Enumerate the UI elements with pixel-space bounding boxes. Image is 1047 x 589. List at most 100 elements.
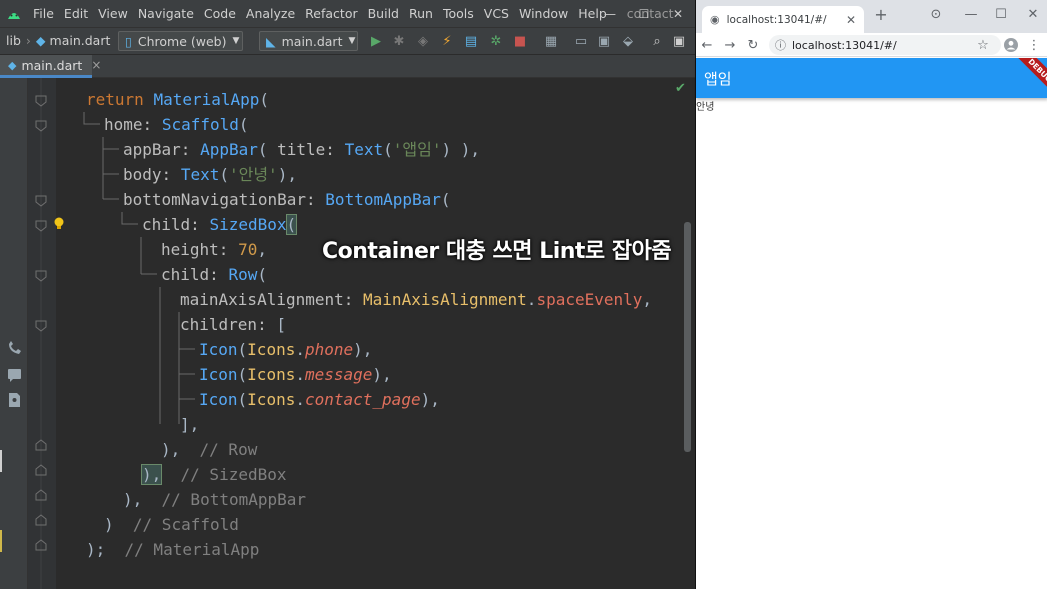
ide-window: File Edit View Navigate Code Analyze Ref… (0, 0, 695, 589)
tab-search-icon[interactable]: ⊙ (921, 0, 951, 28)
stop-icon[interactable]: ■ (512, 33, 528, 49)
menu-window[interactable]: Window (514, 6, 573, 21)
profile-avatar-icon[interactable] (1001, 36, 1021, 54)
editor-scrollbar[interactable] (684, 222, 691, 452)
terminal-icon[interactable]: ▭ (573, 33, 589, 49)
menu-tools[interactable]: Tools (438, 6, 479, 21)
code-line: Icon(Icons.phone), (199, 340, 373, 359)
coverage-icon[interactable]: ◈ (415, 33, 431, 49)
menu-edit[interactable]: Edit (59, 6, 93, 21)
account-icon[interactable]: ▣ (671, 33, 687, 49)
dart-file-icon: ◆ (8, 58, 17, 72)
tab-close-icon[interactable]: ✕ (846, 13, 856, 27)
app-body-text: 안녕 (696, 102, 715, 113)
flutter-icon: ◣ (266, 33, 276, 49)
menu-analyze[interactable]: Analyze (241, 6, 300, 21)
code-line: home: Scaffold( (104, 115, 249, 134)
sdk-manager-icon[interactable]: ⬙ (620, 33, 636, 49)
ide-close-button[interactable]: ✕ (662, 0, 694, 27)
menu-run[interactable]: Run (404, 6, 438, 21)
browser-tab[interactable]: ◉ localhost:13041/#/ ✕ (702, 6, 864, 33)
breadcrumb-separator-icon: › (25, 33, 31, 48)
editor-gutter (28, 78, 56, 589)
device-phone-icon: ▯ (125, 33, 132, 49)
device-manager-icon[interactable]: ▣ (596, 33, 612, 49)
code-line: bottomNavigationBar: BottomAppBar( (123, 190, 451, 209)
new-tab-button[interactable]: + (866, 0, 896, 28)
code-line: body: Text('안녕'), (123, 165, 297, 184)
code-line: height: 70, (161, 240, 267, 259)
menu-bar: File Edit View Navigate Code Analyze Ref… (0, 0, 695, 27)
menu-navigate[interactable]: Navigate (133, 6, 199, 21)
hot-reload-icon[interactable]: ⚡ (439, 33, 455, 49)
browser-minimize-button[interactable]: — (956, 0, 986, 28)
project-structure-icon[interactable]: ▦ (543, 33, 559, 49)
ide-maximize-button[interactable]: ☐ (628, 0, 660, 27)
tab-close-icon[interactable]: × (91, 58, 101, 72)
side-marker (0, 450, 2, 472)
code-line: ), // BottomAppBar (123, 490, 307, 509)
info-icon[interactable]: ⓘ (775, 37, 786, 53)
app-bar-title: 앱임 (704, 70, 732, 88)
code-line: ), // SizedBox (140, 464, 287, 485)
device-selector[interactable]: ▯ Chrome (web) ▼ (118, 31, 243, 51)
tab-label: main.dart (21, 57, 83, 73)
code-line: child: Row( (161, 265, 267, 284)
forward-arrow-icon[interactable]: → (720, 36, 740, 54)
browser-toolbar: ← → ↻ ⓘ localhost:13041/#/ ☆ ⋮ (696, 33, 1047, 57)
breadcrumb-file[interactable]: main.dart (50, 33, 111, 48)
address-url: localhost:13041/#/ (792, 38, 897, 52)
message-icon[interactable] (8, 369, 21, 382)
video-caption: Container 대충 쓰면 Lint로 잡아줌 (322, 239, 672, 264)
device-selector-label: Chrome (web) (137, 33, 227, 49)
toolbar: lib › ◆ main.dart ▯ Chrome (web) ▼ ◣ mai… (0, 27, 695, 54)
editor-tab-bar: ◆ main.dart × (0, 55, 695, 78)
menu-vcs[interactable]: VCS (479, 6, 514, 21)
back-arrow-icon[interactable]: ← (697, 36, 717, 54)
bookmark-star-icon[interactable]: ☆ (973, 36, 993, 54)
code-line: ); // MaterialApp (86, 540, 260, 559)
intention-bulb-icon[interactable] (53, 216, 65, 230)
menu-file[interactable]: File (28, 6, 59, 21)
attach-debugger-icon[interactable]: ✲ (488, 33, 504, 49)
menu-code[interactable]: Code (199, 6, 241, 21)
breadcrumb-folder[interactable]: lib (6, 33, 21, 48)
browser-close-button[interactable]: ✕ (1018, 0, 1047, 28)
side-marker (0, 530, 2, 552)
address-bar[interactable]: ⓘ localhost:13041/#/ (769, 35, 1001, 55)
code-line: ) // Scaffold (104, 515, 239, 534)
code-line: mainAxisAlignment: MainAxisAlignment.spa… (180, 290, 653, 309)
browser-maximize-button[interactable]: ☐ (986, 0, 1016, 28)
debug-icon[interactable]: ✱ (391, 33, 407, 49)
left-tool-strip (0, 78, 28, 589)
globe-icon: ◉ (710, 13, 720, 26)
ide-minimize-button[interactable]: — (594, 0, 626, 27)
breadcrumb: lib › ◆ main.dart (2, 33, 114, 48)
hot-restart-icon[interactable]: ▤ (463, 33, 479, 49)
code-line: return MaterialApp( (86, 90, 270, 109)
run-config-selector[interactable]: ◣ main.dart ▼ (259, 31, 358, 51)
chevron-down-icon: ▼ (348, 36, 356, 46)
browser-tab-strip: ◉ localhost:13041/#/ ✕ + ⊙ — ☐ ✕ (696, 0, 1047, 33)
menu-build[interactable]: Build (363, 6, 404, 21)
run-icon[interactable]: ▶ (368, 33, 384, 49)
run-config-label: main.dart (281, 33, 343, 49)
analysis-ok-icon: ✔ (675, 81, 686, 96)
contact-page-icon[interactable] (9, 393, 20, 407)
kebab-menu-icon[interactable]: ⋮ (1024, 36, 1044, 54)
android-studio-logo-icon (0, 0, 28, 27)
code-line: ), // Row (161, 440, 258, 459)
tab-main-dart[interactable]: ◆ main.dart × (0, 55, 101, 78)
code-line: ], (180, 415, 200, 434)
menu-refactor[interactable]: Refactor (300, 6, 362, 21)
reload-icon[interactable]: ↻ (743, 36, 763, 54)
browser-window: ◉ localhost:13041/#/ ✕ + ⊙ — ☐ ✕ ← → ↻ ⓘ… (695, 0, 1047, 589)
debug-banner-label: DEBUG (1007, 58, 1047, 104)
code-line: appBar: AppBar( title: Text('앱임') ), (123, 140, 480, 159)
code-line: Icon(Icons.contact_page), (199, 390, 440, 409)
search-icon[interactable]: ⌕ (649, 33, 665, 49)
phone-icon[interactable] (9, 341, 21, 354)
menu-view[interactable]: View (93, 6, 133, 21)
debug-banner: DEBUG (998, 58, 1047, 108)
browser-tab-title: localhost:13041/#/ (726, 13, 827, 26)
